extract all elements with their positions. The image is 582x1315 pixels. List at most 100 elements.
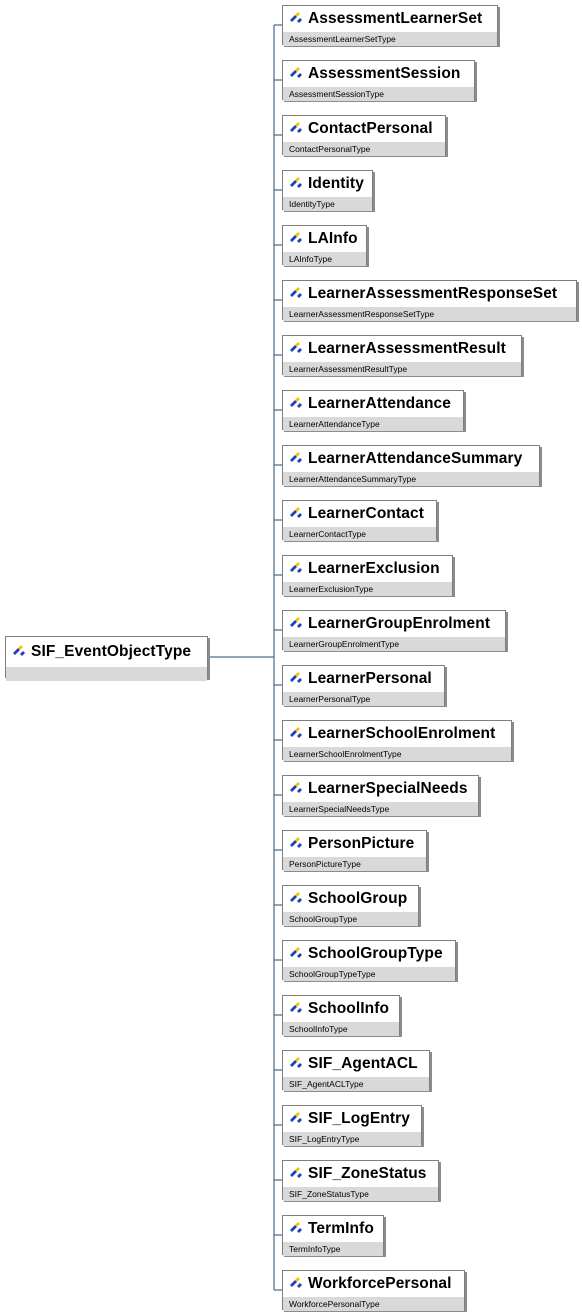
- element-icon: [290, 617, 302, 628]
- child-element-type: SIF_LogEntryType: [283, 1132, 421, 1146]
- child-element-box[interactable]: AssessmentSession AssessmentSessionType: [282, 60, 475, 101]
- child-element-name: SchoolGroup: [308, 890, 408, 907]
- element-icon: [290, 562, 302, 573]
- child-element-type: SchoolGroupType: [283, 912, 418, 926]
- child-element-type: SchoolGroupTypeType: [283, 967, 455, 981]
- child-element-box[interactable]: LearnerExclusion LearnerExclusionType: [282, 555, 453, 596]
- child-element-box[interactable]: SchoolGroup SchoolGroupType: [282, 885, 419, 926]
- element-icon: [290, 507, 302, 518]
- child-element-name: LearnerExclusion: [308, 560, 440, 577]
- element-icon: [290, 892, 302, 903]
- child-element-name: LearnerAttendanceSummary: [308, 450, 523, 467]
- element-icon: [290, 1112, 302, 1123]
- element-icon: [13, 645, 25, 656]
- child-element-type: ContactPersonalType: [283, 142, 445, 156]
- element-icon: [290, 452, 302, 463]
- child-element-name: LearnerAttendance: [308, 395, 451, 412]
- child-element-type: LearnerAttendanceType: [283, 417, 463, 431]
- child-element-name: LAInfo: [308, 230, 358, 247]
- child-element-box[interactable]: LearnerAttendance LearnerAttendanceType: [282, 390, 464, 431]
- child-element-name: LearnerGroupEnrolment: [308, 615, 491, 632]
- child-element-box[interactable]: WorkforcePersonal WorkforcePersonalType: [282, 1270, 465, 1311]
- child-element-box[interactable]: TermInfo TermInfoType: [282, 1215, 384, 1256]
- child-element-name: LearnerSpecialNeeds: [308, 780, 468, 797]
- element-icon: [290, 1002, 302, 1013]
- element-icon: [290, 1277, 302, 1288]
- child-element-name: LearnerPersonal: [308, 670, 432, 687]
- child-element-box[interactable]: LearnerGroupEnrolment LearnerGroupEnrolme…: [282, 610, 506, 651]
- child-element-type: TermInfoType: [283, 1242, 383, 1256]
- element-icon: [290, 122, 302, 133]
- root-element-box[interactable]: SIF_EventObjectType: [5, 636, 208, 681]
- element-icon: [290, 782, 302, 793]
- child-element-box[interactable]: LearnerAssessmentResponseSet LearnerAsses…: [282, 280, 577, 321]
- child-element-name: WorkforcePersonal: [308, 1275, 452, 1292]
- child-element-type: LearnerSpecialNeedsType: [283, 802, 478, 816]
- element-icon: [290, 837, 302, 848]
- child-element-name: ContactPersonal: [308, 120, 433, 137]
- child-element-name: PersonPicture: [308, 835, 415, 852]
- child-element-type: LearnerPersonalType: [283, 692, 444, 706]
- child-element-box[interactable]: LearnerAssessmentResult LearnerAssessment…: [282, 335, 522, 376]
- child-element-type: IdentityType: [283, 197, 372, 211]
- child-element-type: LearnerContactType: [283, 527, 436, 541]
- child-element-type: LearnerAssessmentResponseSetType: [283, 307, 576, 321]
- element-icon: [290, 397, 302, 408]
- child-element-box[interactable]: SchoolGroupType SchoolGroupTypeType: [282, 940, 456, 981]
- child-element-type: LearnerSchoolEnrolmentType: [283, 747, 511, 761]
- child-element-type: AssessmentSessionType: [283, 87, 474, 101]
- child-element-box[interactable]: Identity IdentityType: [282, 170, 373, 211]
- child-element-box[interactable]: LearnerSchoolEnrolment LearnerSchoolEnrol…: [282, 720, 512, 761]
- child-element-name: SIF_AgentACL: [308, 1055, 418, 1072]
- element-icon: [290, 727, 302, 738]
- child-element-name: SchoolInfo: [308, 1000, 390, 1017]
- child-element-type: LearnerAssessmentResultType: [283, 362, 521, 376]
- child-element-box[interactable]: LearnerSpecialNeeds LearnerSpecialNeedsTy…: [282, 775, 479, 816]
- child-element-box[interactable]: SIF_LogEntry SIF_LogEntryType: [282, 1105, 422, 1146]
- child-element-type: SchoolInfoType: [283, 1022, 399, 1036]
- element-icon: [290, 342, 302, 353]
- child-element-type: LearnerAttendanceSummaryType: [283, 472, 539, 486]
- child-element-box[interactable]: LAInfo LAInfoType: [282, 225, 367, 266]
- element-icon: [290, 947, 302, 958]
- child-element-name: TermInfo: [308, 1220, 374, 1237]
- element-icon: [290, 67, 302, 78]
- element-icon: [290, 177, 302, 188]
- child-element-name: SchoolGroupType: [308, 945, 443, 962]
- child-element-box[interactable]: LearnerAttendanceSummary LearnerAttendanc…: [282, 445, 540, 486]
- child-element-name: SIF_ZoneStatus: [308, 1165, 427, 1182]
- child-element-box[interactable]: LearnerContact LearnerContactType: [282, 500, 437, 541]
- element-icon: [290, 672, 302, 683]
- child-element-box[interactable]: LearnerPersonal LearnerPersonalType: [282, 665, 445, 706]
- child-element-name: LearnerAssessmentResponseSet: [308, 285, 558, 302]
- child-element-box[interactable]: SchoolInfo SchoolInfoType: [282, 995, 400, 1036]
- element-icon: [290, 12, 302, 23]
- child-element-type: LearnerGroupEnrolmentType: [283, 637, 505, 651]
- child-element-box[interactable]: ContactPersonal ContactPersonalType: [282, 115, 446, 156]
- child-element-name: AssessmentSession: [308, 65, 461, 82]
- child-element-name: LearnerAssessmentResult: [308, 340, 506, 357]
- child-element-name: AssessmentLearnerSet: [308, 10, 483, 27]
- element-icon: [290, 1222, 302, 1233]
- child-element-box[interactable]: SIF_ZoneStatus SIF_ZoneStatusType: [282, 1160, 439, 1201]
- element-icon: [290, 232, 302, 243]
- element-icon: [290, 1167, 302, 1178]
- element-icon: [290, 1057, 302, 1068]
- child-element-box[interactable]: AssessmentLearnerSet AssessmentLearnerSet…: [282, 5, 498, 46]
- root-element-name: SIF_EventObjectType: [31, 643, 192, 660]
- child-element-type: AssessmentLearnerSetType: [283, 32, 497, 46]
- child-element-type: WorkforcePersonalType: [283, 1297, 464, 1311]
- child-element-type: LAInfoType: [283, 252, 366, 266]
- child-element-type: PersonPictureType: [283, 857, 426, 871]
- child-element-type: SIF_ZoneStatusType: [283, 1187, 438, 1201]
- child-element-type: SIF_AgentACLType: [283, 1077, 429, 1091]
- child-element-name: LearnerSchoolEnrolment: [308, 725, 496, 742]
- root-element-type: [6, 667, 207, 681]
- child-element-box[interactable]: PersonPicture PersonPictureType: [282, 830, 427, 871]
- child-element-name: LearnerContact: [308, 505, 424, 522]
- child-element-type: LearnerExclusionType: [283, 582, 452, 596]
- child-element-name: Identity: [308, 175, 364, 192]
- child-element-name: SIF_LogEntry: [308, 1110, 410, 1127]
- child-element-box[interactable]: SIF_AgentACL SIF_AgentACLType: [282, 1050, 430, 1091]
- element-icon: [290, 287, 302, 298]
